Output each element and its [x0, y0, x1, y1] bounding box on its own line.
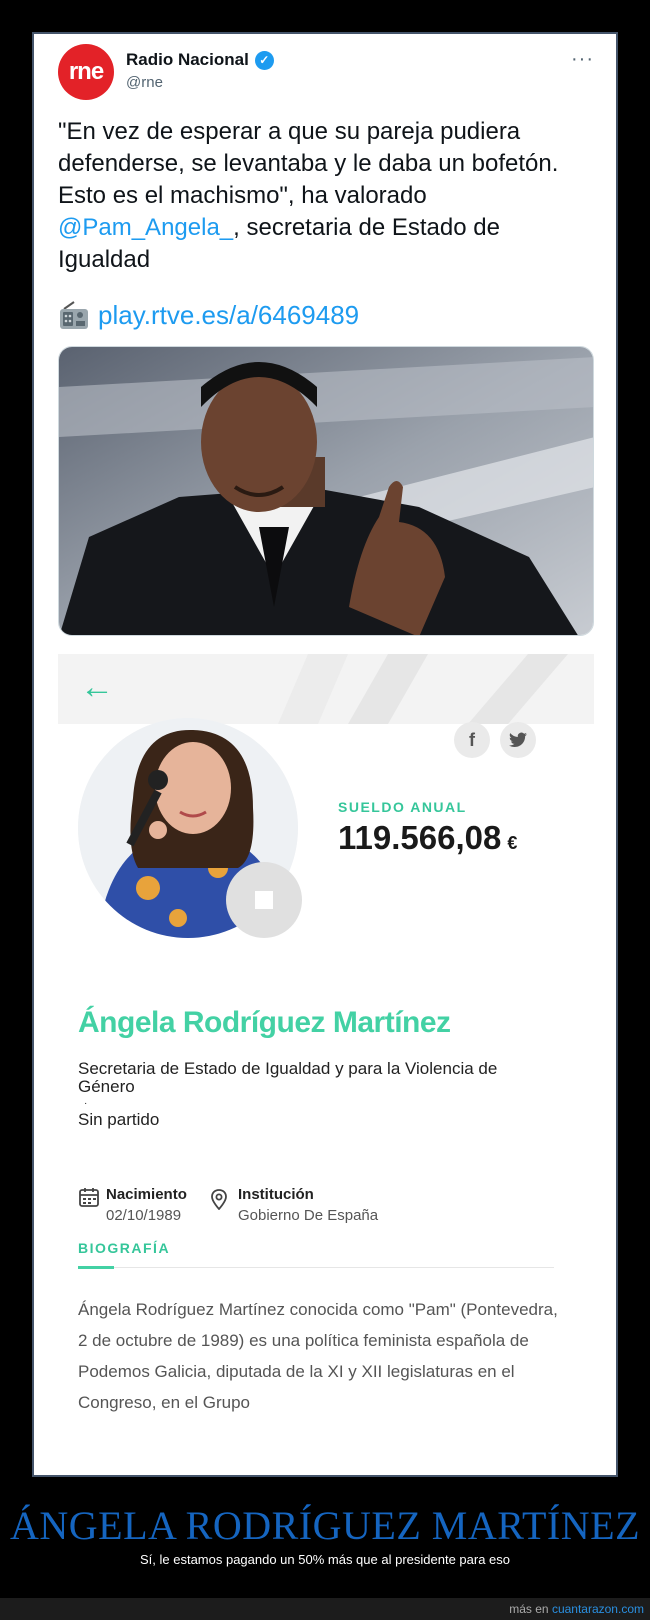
tweet-url-link[interactable]: play.rtve.es/a/6469489: [98, 300, 359, 331]
party-text: Sin partido: [78, 1110, 160, 1129]
tweet-text: "En vez de esperar a que su pareja pudie…: [58, 116, 578, 276]
location-pin-icon: [211, 1189, 227, 1210]
biography-accent-bar: [78, 1266, 114, 1269]
more-options-icon[interactable]: ···: [571, 48, 594, 71]
facebook-icon[interactable]: f: [454, 722, 490, 758]
person-name: Ángela Rodríguez Martínez: [78, 1006, 451, 1039]
twitter-share-icon: [509, 732, 527, 748]
back-arrow-icon[interactable]: ←: [80, 668, 114, 707]
profile-card: ← f SUELDO ANUAL 119.566,08 € Ángela Rod…: [58, 654, 594, 1475]
tweet-photo[interactable]: [58, 346, 594, 636]
caption-title: ÁNGELA RODRÍGUEZ MARTÍNEZ: [9, 1503, 641, 1548]
header-decoration: [278, 654, 568, 724]
tweet-link-row: play.rtve.es/a/6469489: [58, 300, 359, 331]
role-text: Secretaria de Estado de Igualdad y para …: [78, 1059, 498, 1096]
caption-subtitle: Sí, le estamos pagando un 50% más que al…: [139, 1552, 511, 1567]
stop-icon: [255, 891, 273, 909]
tweet-frame: rne Radio Nacional ✓ @rne ··· "En vez de…: [32, 32, 618, 1477]
stop-button[interactable]: [226, 862, 302, 938]
footer-bar: más en cuantarazon.com: [0, 1598, 650, 1620]
rne-avatar[interactable]: rne: [58, 44, 114, 100]
twitter-bird-icon[interactable]: [500, 722, 536, 758]
radio-icon: [60, 300, 88, 329]
tweet-text-part1: "En vez de esperar a que su pareja pudie…: [58, 118, 559, 209]
institution-value: Gobierno De España: [238, 1207, 379, 1224]
biography-divider: [78, 1267, 554, 1268]
birth-value: 02/10/1989: [106, 1207, 182, 1224]
author-row: Radio Nacional ✓: [126, 50, 274, 70]
biography-title: BIOGRAFÍA: [78, 1240, 171, 1256]
mention-link[interactable]: @Pam_Angela_: [58, 214, 233, 241]
institution-label: Institución: [238, 1186, 314, 1203]
profile-header: ←: [58, 654, 594, 724]
salary-label: SUELDO ANUAL: [338, 799, 467, 815]
author-handle[interactable]: @rne: [126, 74, 163, 91]
calendar-icon: [79, 1188, 99, 1207]
salary-amount: 119.566,08: [338, 819, 502, 856]
role-separator: ·: [84, 1098, 88, 1109]
will-smith-photo: [59, 347, 593, 635]
footer-text: más en cuantarazon.com: [509, 1602, 644, 1616]
biography-text: Ángela Rodríguez Martínez conocida como …: [78, 1300, 558, 1412]
verified-badge-icon: ✓: [254, 50, 274, 70]
author-name[interactable]: Radio Nacional: [126, 50, 249, 70]
site-link[interactable]: cuantarazon.com: [552, 1602, 644, 1616]
currency-symbol: €: [507, 833, 518, 853]
birth-label: Nacimiento: [106, 1186, 187, 1203]
tweet-card: rne Radio Nacional ✓ @rne ··· "En vez de…: [34, 34, 616, 1475]
footer-prefix: más en: [509, 1602, 549, 1616]
salary-value: 119.566,08 €: [338, 819, 517, 857]
